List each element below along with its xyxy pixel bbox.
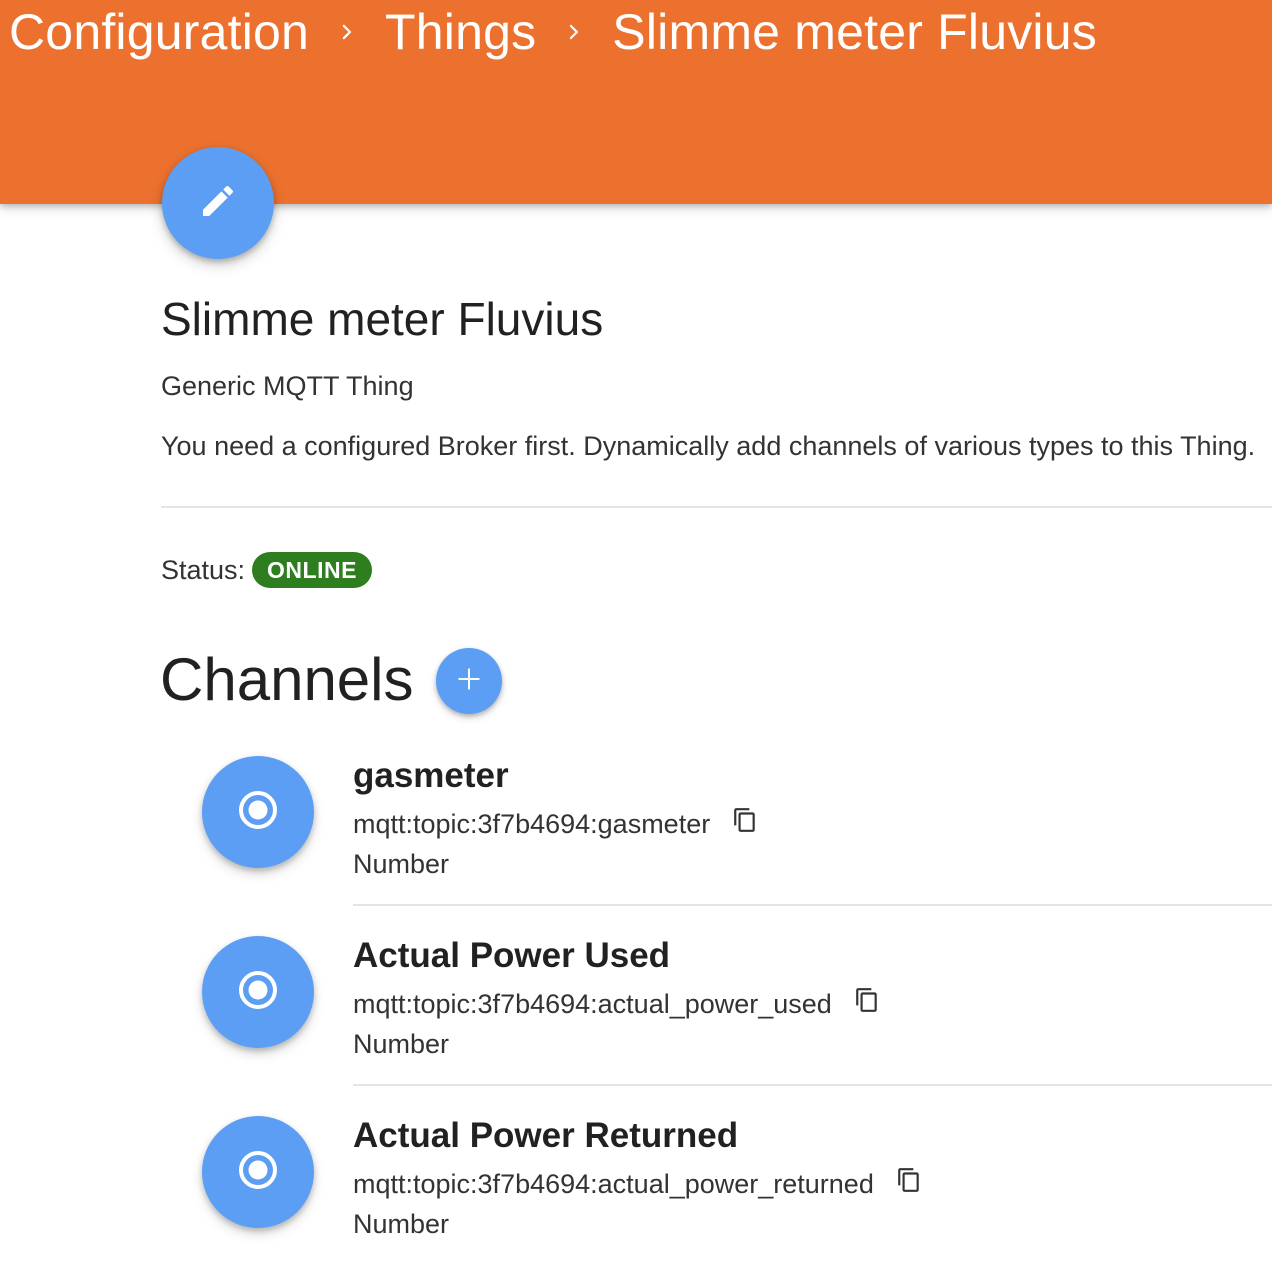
channel-type: Number (353, 1209, 450, 1239)
channel-label: gasmeter (353, 756, 509, 795)
thing-description: You need a configured Broker first. Dyna… (161, 431, 1256, 461)
thing-title: Slimme meter Fluvius (161, 293, 604, 345)
breadcrumb-current-thing: Slimme meter Fluvius (612, 4, 1097, 60)
copy-icon[interactable] (730, 805, 760, 835)
pencil-icon (198, 181, 238, 226)
channel-divider (353, 904, 1272, 906)
copy-icon[interactable] (894, 1165, 924, 1195)
channel-divider (353, 1084, 1272, 1086)
channel-uid: mqtt:topic:3f7b4694:actual_power_returne… (353, 1168, 874, 1199)
breadcrumb: Configuration Things Slimme meter Fluviu… (9, 0, 1097, 64)
chevron-right-icon (309, 0, 385, 64)
channels-heading: Channels (160, 646, 414, 713)
radio-button-icon (236, 968, 280, 1017)
channel-avatar (202, 1116, 314, 1228)
channel-uid-row: mqtt:topic:3f7b4694:actual_power_returne… (353, 1166, 924, 1202)
breadcrumb-configuration[interactable]: Configuration (9, 3, 309, 61)
breadcrumb-things[interactable]: Things (385, 3, 536, 61)
channel-label: Actual Power Returned (353, 1116, 739, 1155)
channel-avatar (202, 936, 314, 1048)
plus-icon (456, 666, 482, 697)
add-channel-button[interactable] (436, 648, 502, 714)
channel-avatar (202, 756, 314, 868)
channel-item-actual-power-used[interactable]: Actual Power Used mqtt:topic:3f7b4694:ac… (0, 936, 1272, 1116)
channel-uid: mqtt:topic:3f7b4694:actual_power_used (353, 988, 832, 1019)
radio-button-icon (236, 1148, 280, 1197)
channel-uid: mqtt:topic:3f7b4694:gasmeter (353, 808, 711, 839)
channel-type: Number (353, 849, 450, 879)
section-divider (161, 506, 1272, 508)
channel-item-actual-power-returned[interactable]: Actual Power Returned mqtt:topic:3f7b469… (0, 1116, 1272, 1264)
channel-type: Number (353, 1029, 450, 1059)
thing-type: Generic MQTT Thing (161, 371, 414, 401)
status-badge: ONLINE (252, 552, 372, 588)
status-label: Status: (161, 554, 246, 585)
channel-uid-row: mqtt:topic:3f7b4694:actual_power_used (353, 986, 882, 1022)
channel-label: Actual Power Used (353, 936, 671, 975)
radio-button-icon (236, 788, 280, 837)
status-row: Status: ONLINE (161, 551, 372, 589)
channel-item-gasmeter[interactable]: gasmeter mqtt:topic:3f7b4694:gasmeter Nu… (0, 756, 1272, 936)
edit-thing-button[interactable] (162, 147, 274, 259)
channel-uid-row: mqtt:topic:3f7b4694:gasmeter (353, 806, 760, 842)
chevron-right-icon (536, 0, 612, 64)
copy-icon[interactable] (852, 985, 882, 1015)
